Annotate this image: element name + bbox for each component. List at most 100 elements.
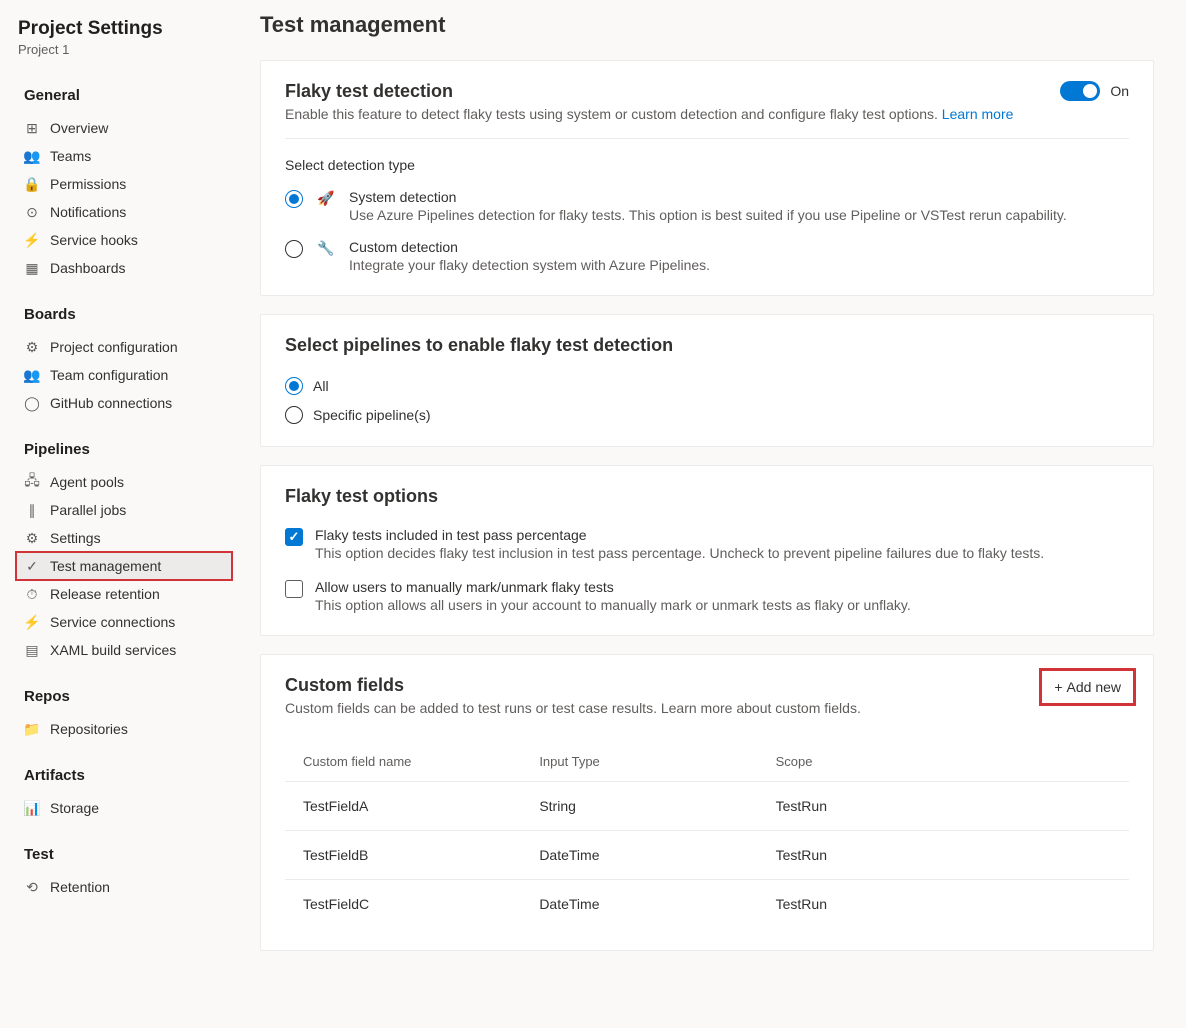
- sidebar-item-team-configuration[interactable]: 👥 Team configuration: [16, 361, 232, 389]
- sidebar-item-github-connections[interactable]: ◯ GitHub connections: [16, 389, 232, 417]
- sidebar-item-label: Agent pools: [50, 474, 124, 490]
- detection-system-row[interactable]: 🚀 System detection Use Azure Pipelines d…: [285, 189, 1129, 223]
- sidebar-item-retention[interactable]: ⟲ Retention: [16, 873, 232, 901]
- table-row[interactable]: TestFieldCDateTimeTestRun: [285, 880, 1129, 929]
- sidebar-item-label: Repositories: [50, 721, 128, 737]
- service-connections-icon: ⚡: [24, 614, 40, 630]
- flaky-toggle[interactable]: [1060, 81, 1100, 101]
- permissions-icon: 🔒: [24, 176, 40, 192]
- sidebar-item-label: Notifications: [50, 204, 126, 220]
- sidebar-item-release-retention[interactable]: ⏱Release retention: [16, 580, 232, 608]
- team-configuration-icon: 👥: [24, 367, 40, 383]
- flaky-title: Flaky test detection: [285, 81, 1013, 102]
- col-name: Custom field name: [285, 742, 521, 782]
- option-manual-mark: Allow users to manually mark/unmark flak…: [285, 579, 1129, 613]
- sidebar-item-label: Permissions: [50, 176, 126, 192]
- checkbox-include-percentage[interactable]: [285, 528, 303, 546]
- flaky-options-card: Flaky test options Flaky tests included …: [260, 465, 1154, 636]
- project-configuration-icon: ⚙: [24, 339, 40, 355]
- sidebar-item-label: Team configuration: [50, 367, 168, 383]
- sidebar-item-label: Storage: [50, 800, 99, 816]
- sidebar-item-project-configuration[interactable]: ⚙ Project configuration: [16, 333, 232, 361]
- detection-type-label: Select detection type: [285, 157, 1129, 173]
- plus-icon: +: [1054, 679, 1062, 695]
- system-detection-title: System detection: [349, 189, 1129, 205]
- page-title: Test management: [260, 12, 1154, 38]
- custom-detection-title: Custom detection: [349, 239, 1129, 255]
- custom-detection-desc: Integrate your flaky detection system wi…: [349, 257, 1129, 273]
- pipelines-all-row[interactable]: All: [285, 376, 1129, 395]
- sidebar-section-general: General: [24, 87, 232, 104]
- custom-fields-desc: Custom fields can be added to test runs …: [285, 700, 861, 716]
- dashboards-icon: ▦: [24, 260, 40, 276]
- sidebar-item-label: Dashboards: [50, 260, 126, 276]
- github-connections-icon: ◯: [24, 395, 40, 411]
- system-detection-desc: Use Azure Pipelines detection for flaky …: [349, 207, 1129, 223]
- radio-system[interactable]: [285, 190, 303, 208]
- sidebar-item-label: Service hooks: [50, 232, 138, 248]
- sidebar-section-pipelines: Pipelines: [24, 441, 232, 458]
- retention-icon: ⟲: [24, 879, 40, 895]
- custom-fields-title: Custom fields: [285, 675, 861, 696]
- sidebar-item-label: Settings: [50, 530, 101, 546]
- storage-icon: 📊: [24, 800, 40, 816]
- sidebar-item-notifications[interactable]: ⊙ Notifications: [16, 198, 232, 226]
- sidebar-item-test-management[interactable]: ✓ Test management: [16, 552, 232, 580]
- sidebar-item-label: Teams: [50, 148, 91, 164]
- teams-icon: 👥: [24, 148, 40, 164]
- radio-specific-pipelines[interactable]: [285, 406, 303, 424]
- sidebar-item-label: Retention: [50, 879, 110, 895]
- sidebar-item-label: Test management: [50, 558, 161, 574]
- xaml-build-services-icon: ▤: [24, 642, 40, 658]
- sidebar-item-permissions[interactable]: 🔒 Permissions: [16, 170, 232, 198]
- pipelines-card: Select pipelines to enable flaky test de…: [260, 314, 1154, 447]
- sidebar-section-test: Test: [24, 846, 232, 863]
- flaky-detection-card: Flaky test detection Enable this feature…: [260, 60, 1154, 296]
- repositories-icon: 📁: [24, 721, 40, 737]
- col-input: Input Type: [521, 742, 757, 782]
- sidebar: Project Settings Project 1 General ⊞Overv…: [0, 0, 232, 1028]
- add-new-button[interactable]: + Add new: [1046, 675, 1129, 699]
- service-hooks-icon: ⚡: [24, 232, 40, 248]
- sidebar-item-label: Project configuration: [50, 339, 178, 355]
- sidebar-item-agent-pools[interactable]: 🖧 Agent pools: [16, 468, 232, 496]
- sidebar-item-xaml-build-services[interactable]: ▤XAML build services: [16, 636, 232, 664]
- sidebar-title: Project Settings: [18, 18, 232, 40]
- agent-pools-icon: 🖧: [24, 474, 40, 490]
- main-content: Test management Flaky test detection Ena…: [232, 0, 1186, 1028]
- sidebar-item-repositories[interactable]: 📁 Repositories: [16, 715, 232, 743]
- learn-more-link[interactable]: Learn more: [942, 106, 1014, 122]
- table-row[interactable]: TestFieldBDateTimeTestRun: [285, 831, 1129, 880]
- col-scope: Scope: [758, 742, 1129, 782]
- sidebar-item-storage[interactable]: 📊 Storage: [16, 794, 232, 822]
- sidebar-item-label: GitHub connections: [50, 395, 172, 411]
- sidebar-item-service-connections[interactable]: ⚡ Service connections: [16, 608, 232, 636]
- checkbox-manual-mark[interactable]: [285, 580, 303, 598]
- sidebar-item-overview[interactable]: ⊞Overview: [16, 114, 232, 142]
- wrench-icon: 🔧: [317, 239, 335, 257]
- sidebar-item-service-hooks[interactable]: ⚡ Service hooks: [16, 226, 232, 254]
- sidebar-item-dashboards[interactable]: ▦ Dashboards: [16, 254, 232, 282]
- table-row[interactable]: TestFieldAStringTestRun: [285, 782, 1129, 831]
- test-management-icon: ✓: [24, 558, 40, 574]
- parallel-jobs-icon: ∥: [24, 502, 40, 518]
- sidebar-item-settings[interactable]: ⚙Settings: [16, 524, 232, 552]
- sidebar-section-repos: Repos: [24, 688, 232, 705]
- detection-custom-row[interactable]: 🔧 Custom detection Integrate your flaky …: [285, 239, 1129, 273]
- sidebar-item-label: Service connections: [50, 614, 175, 630]
- flaky-toggle-label: On: [1110, 83, 1129, 99]
- rocket-icon: 🚀: [317, 189, 335, 207]
- pipelines-specific-row[interactable]: Specific pipeline(s): [285, 405, 1129, 424]
- release-retention-icon: ⏱: [24, 586, 40, 602]
- sidebar-item-teams[interactable]: 👥 Teams: [16, 142, 232, 170]
- sidebar-item-label: Parallel jobs: [50, 502, 126, 518]
- radio-all-pipelines[interactable]: [285, 377, 303, 395]
- pipelines-title: Select pipelines to enable flaky test de…: [285, 335, 1129, 356]
- sidebar-item-label: Overview: [50, 120, 108, 136]
- custom-fields-card: Custom fields Custom fields can be added…: [260, 654, 1154, 951]
- sidebar-item-parallel-jobs[interactable]: ∥ Parallel jobs: [16, 496, 232, 524]
- radio-custom[interactable]: [285, 240, 303, 258]
- options-title: Flaky test options: [285, 486, 1129, 507]
- sidebar-project-name: Project 1: [18, 42, 232, 57]
- notifications-icon: ⊙: [24, 204, 40, 220]
